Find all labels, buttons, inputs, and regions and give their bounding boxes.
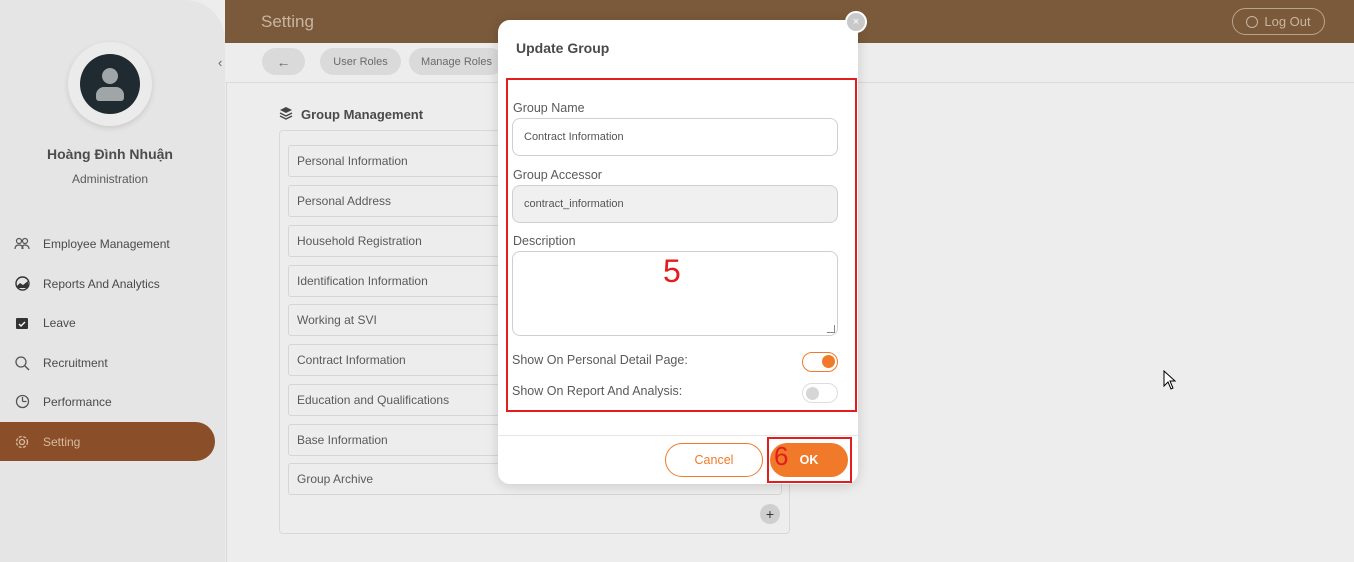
- sidebar-item-label: Recruitment: [43, 355, 108, 370]
- page-title: Setting: [261, 12, 314, 31]
- layers-icon: [279, 106, 293, 123]
- recruit-icon: [14, 355, 30, 371]
- group-accessor-label: Group Accessor: [513, 168, 602, 182]
- modal-title: Update Group: [516, 40, 610, 56]
- people-icon: [14, 236, 30, 252]
- step-annotation-6: 6: [774, 441, 789, 471]
- sidebar-item-label: Leave: [43, 315, 76, 330]
- sidebar-item-label: Setting: [43, 434, 81, 449]
- cancel-button[interactable]: Cancel: [665, 443, 763, 477]
- sidebar-item-reports-and-analytics[interactable]: Reports And Analytics: [0, 264, 215, 303]
- back-button[interactable]: ←: [262, 48, 305, 75]
- user-icon: [80, 54, 140, 114]
- gauge-icon: [14, 394, 30, 410]
- group-accessor-field: contract_information: [512, 185, 838, 223]
- logout-button[interactable]: Log Out: [1232, 8, 1325, 35]
- tab-manage-roles[interactable]: Manage Roles: [409, 48, 504, 75]
- divider: [226, 83, 227, 562]
- resize-handle-icon[interactable]: [827, 325, 835, 333]
- show-report-label: Show On Report And Analysis:: [512, 384, 683, 398]
- sidebar-item-recruitment[interactable]: Recruitment: [0, 343, 215, 382]
- group-name-label: Group Name: [513, 101, 585, 115]
- sidebar-item-label: Reports And Analytics: [43, 276, 160, 291]
- group-name-field[interactable]: Contract Information: [512, 118, 838, 156]
- description-label: Description: [513, 234, 576, 248]
- tab-user-roles[interactable]: User Roles: [320, 48, 401, 75]
- sidebar: Hoàng Đình Nhuận Administration ‹ Employ…: [0, 0, 225, 562]
- show-personal-toggle[interactable]: [802, 352, 838, 372]
- sidebar-item-label: Performance: [43, 394, 112, 409]
- user-name: Hoàng Đình Nhuận: [47, 146, 173, 162]
- arrow-left-icon: ←: [276, 53, 291, 70]
- chevron-left-icon[interactable]: ‹: [218, 55, 222, 70]
- chart-icon: [14, 276, 30, 292]
- mouse-cursor-icon: [1163, 369, 1177, 395]
- show-personal-label: Show On Personal Detail Page:: [512, 353, 688, 367]
- logout-icon: [1246, 15, 1259, 28]
- show-report-toggle[interactable]: [802, 383, 838, 403]
- gear-icon: [14, 434, 30, 450]
- sidebar-item-leave[interactable]: Leave: [0, 303, 215, 342]
- add-group-button[interactable]: +: [760, 504, 780, 524]
- avatar[interactable]: [68, 42, 152, 126]
- sidebar-item-label: Employee Management: [43, 236, 170, 251]
- modal-divider: [498, 435, 858, 436]
- sidebar-item-employee-management[interactable]: Employee Management: [0, 224, 215, 263]
- close-icon[interactable]: ×: [845, 11, 867, 33]
- group-management-title: Group Management: [279, 106, 423, 123]
- step-annotation-5: 5: [663, 253, 681, 289]
- sidebar-item-performance[interactable]: Performance: [0, 382, 215, 421]
- calendar-check-icon: [14, 315, 30, 331]
- logout-label: Log Out: [1264, 14, 1311, 29]
- user-role: Administration: [71, 172, 149, 186]
- sidebar-item-setting[interactable]: Setting: [0, 422, 215, 461]
